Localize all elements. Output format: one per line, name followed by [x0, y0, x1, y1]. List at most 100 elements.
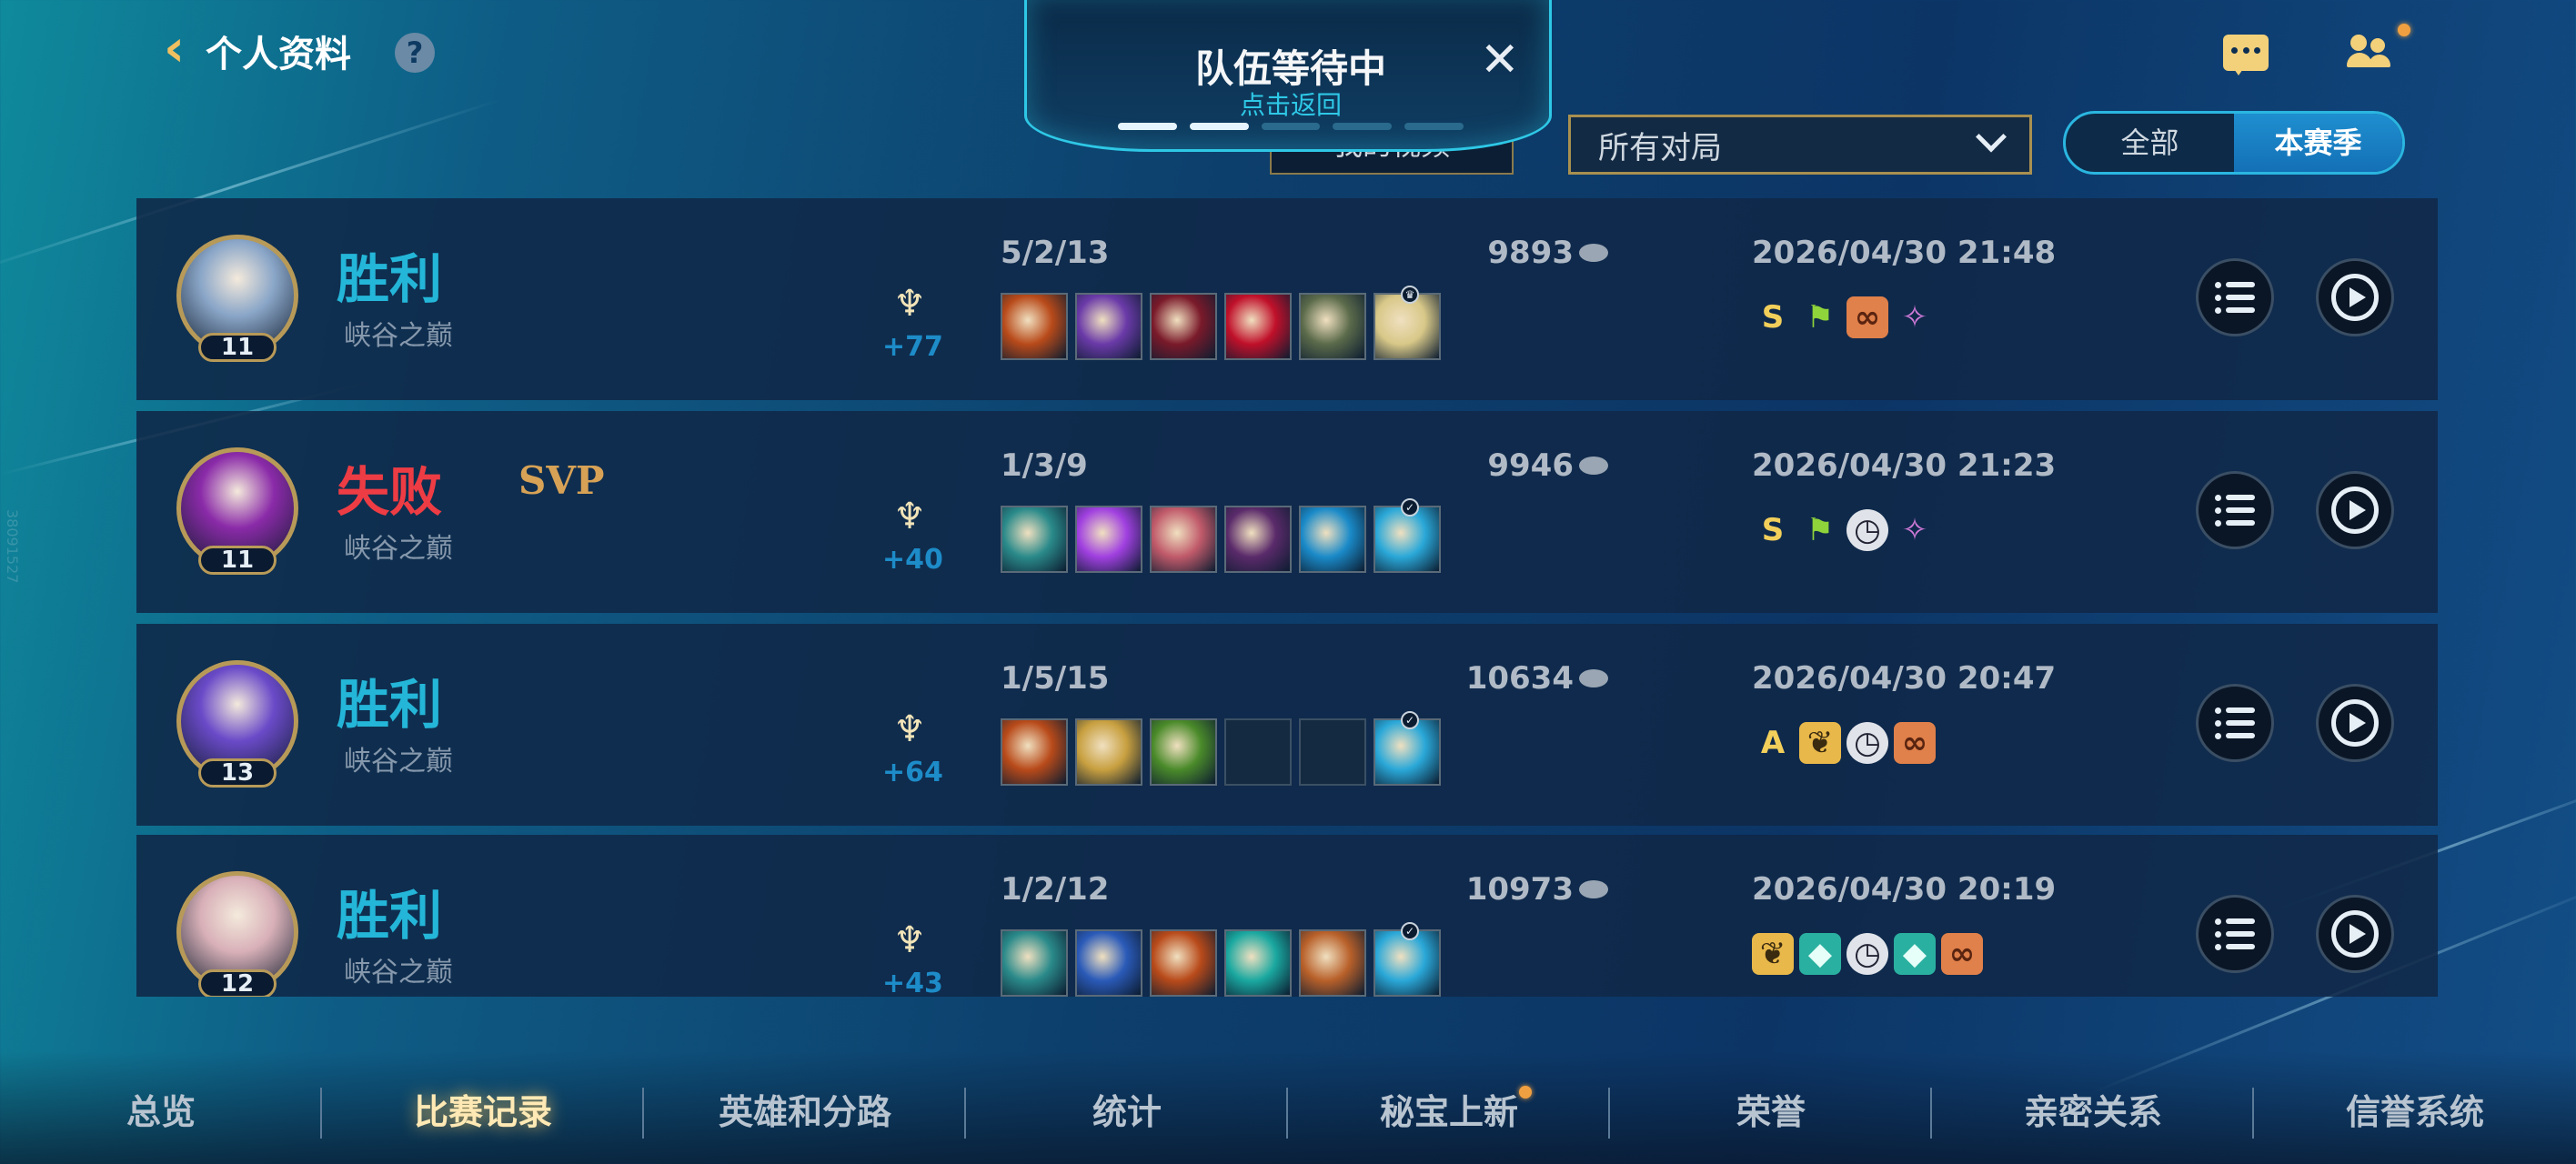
nav-notification-dot [1519, 1086, 1532, 1099]
bottom-nav-label: 比赛记录 [413, 1092, 552, 1132]
rank-points-icon: ♆ [893, 496, 926, 537]
equipment-item-icon [1150, 506, 1217, 573]
equipment-item-icon [1001, 718, 1068, 786]
rank-points-icon: ♆ [893, 283, 926, 325]
bottom-nav-label: 信誉系统 [2345, 1092, 2484, 1132]
bottom-nav-label: 秘宝上新 [1379, 1092, 1518, 1132]
gold-value: 10634 [1465, 660, 1574, 697]
match-detail-button[interactable] [2196, 258, 2274, 336]
bottom-nav-item[interactable]: 英雄和分路 [644, 1080, 966, 1144]
equipment-item-icon [1224, 293, 1292, 360]
gold-value: 10973 [1465, 871, 1574, 908]
chain-icon: ∞ [1941, 933, 1983, 975]
clock-icon: ◷ [1846, 933, 1888, 975]
bottom-nav-item[interactable]: 亲密关系 [1932, 1080, 2254, 1144]
friends-notification-dot [2398, 24, 2410, 36]
rank-points-icon: ♆ [893, 708, 926, 750]
bottom-nav-item[interactable]: 统计 [966, 1080, 1288, 1144]
match-result: 胜利 [337, 248, 443, 310]
chain-icon: ∞ [1846, 296, 1888, 338]
hero-level-badge: 13 [198, 758, 277, 788]
rank-points-delta: +64 [882, 757, 943, 788]
equipment-item-icon [1150, 929, 1217, 997]
gold-icon [1579, 457, 1608, 475]
kda-text: 5/2/13 [1001, 235, 1110, 271]
replay-icon [2331, 910, 2379, 958]
queue-return-link[interactable]: 点击返回 [1027, 85, 1555, 122]
match-row[interactable]: 11 失败 峡谷之巅 SVP ♆ +40 1/3/9 9946 ✓ 2026/0… [136, 411, 2438, 613]
gold-icon [1579, 669, 1608, 687]
performance-tags: S ⚑ ◷ ✧ [1752, 509, 1936, 551]
match-result: 胜利 [337, 674, 443, 736]
toggle-this-season[interactable]: 本赛季 [2234, 114, 2402, 172]
hero-level-badge: 11 [198, 333, 277, 362]
clock-icon: ◷ [1846, 722, 1888, 764]
chat-icon-dots [2231, 47, 2260, 56]
clock-icon: ◷ [1846, 509, 1888, 551]
gold-value: 9893 [1487, 235, 1574, 271]
equipment-item-icon [1075, 293, 1142, 360]
flag-icon: ⚑ [1806, 512, 1835, 548]
bottom-nav-item[interactable]: 信誉系统 [2254, 1080, 2576, 1144]
equipment-item-icon [1075, 718, 1142, 786]
back-button[interactable]: ‹ 个人资料 [164, 24, 351, 78]
equipment-item-icon [1299, 506, 1366, 573]
help-icon[interactable]: ? [395, 33, 435, 73]
wings-icon: ✧ [1901, 512, 1928, 548]
page-title: 个人资料 [206, 34, 351, 75]
bottom-nav-label: 总览 [126, 1092, 196, 1132]
match-row[interactable]: 13 胜利 峡谷之巅 ♆ +64 1/5/15 10634 ✓ 2026/04/… [136, 624, 2438, 826]
empty-item-slot [1299, 718, 1366, 786]
bottom-nav-item[interactable]: 总览 [0, 1080, 322, 1144]
replay-button[interactable] [2316, 258, 2394, 336]
match-detail-button[interactable] [2196, 471, 2274, 549]
shield-icon: ◆ [1894, 933, 1936, 975]
match-row[interactable]: 12 胜利 峡谷之巅 ♆ +43 1/2/12 10973 ✓ 2026/04/… [136, 835, 2438, 997]
rank-points-delta: +43 [882, 968, 943, 997]
replay-button[interactable] [2316, 895, 2394, 973]
match-detail-button[interactable] [2196, 895, 2274, 973]
equipment-list: ✓ [1001, 711, 1441, 786]
match-datetime: 2026/04/30 21:48 [1752, 235, 2057, 271]
grade-a: A [1760, 725, 1786, 761]
rank-points-icon: ♆ [893, 919, 926, 961]
match-mode: 峡谷之巅 [344, 746, 453, 778]
equipment-item-icon [1001, 293, 1068, 360]
queue-status-panel[interactable]: 队伍等待中 点击返回 ✕ [1024, 0, 1552, 152]
match-filter-dropdown[interactable]: 所有对局 [1568, 115, 2032, 175]
hero-level-badge: 12 [198, 969, 277, 997]
bottom-nav-item[interactable]: 比赛记录 [322, 1080, 644, 1144]
side-id-text: 38091527 [4, 509, 21, 584]
item-badge-icon: ♛ [1401, 286, 1419, 304]
shield-icon: ◆ [1799, 933, 1841, 975]
bottom-nav-label: 英雄和分路 [718, 1092, 891, 1132]
match-row[interactable]: 11 胜利 峡谷之巅 ♆ +77 5/2/13 9893 ♛ 2026/04/3… [136, 198, 2438, 400]
replay-button[interactable] [2316, 471, 2394, 549]
bottom-nav-item[interactable]: 荣誉 [1610, 1080, 1932, 1144]
list-icon [2215, 282, 2255, 314]
replay-icon [2331, 274, 2379, 321]
close-icon[interactable]: ✕ [1480, 33, 1520, 87]
kda-text: 1/2/12 [1001, 871, 1110, 908]
toggle-all[interactable]: 全部 [2066, 114, 2234, 172]
bottom-nav-item[interactable]: 秘宝上新 [1288, 1080, 1610, 1144]
chevron-left-icon: ‹ [164, 19, 186, 78]
bottom-nav-label: 荣誉 [1736, 1092, 1806, 1132]
friends-icon[interactable] [2347, 31, 2392, 71]
equipment-item-icon: ✓ [1374, 711, 1441, 786]
flag-icon: ⚑ [1806, 299, 1835, 336]
match-list[interactable]: 11 胜利 峡谷之巅 ♆ +77 5/2/13 9893 ♛ 2026/04/3… [136, 198, 2438, 997]
item-badge-icon: ✓ [1401, 922, 1419, 940]
match-datetime: 2026/04/30 20:19 [1752, 871, 2057, 908]
replay-button[interactable] [2316, 684, 2394, 762]
equipment-item-icon [1150, 293, 1217, 360]
equipment-list: ♛ [1001, 286, 1441, 360]
bottom-nav-label: 亲密关系 [2023, 1092, 2162, 1132]
performance-tags: ❦ ◆ ◷ ◆ ∞ [1752, 933, 1983, 975]
item-badge-icon: ✓ [1401, 711, 1419, 729]
match-detail-button[interactable] [2196, 684, 2274, 762]
match-datetime: 2026/04/30 21:23 [1752, 447, 2057, 484]
season-toggle[interactable]: 全部 本赛季 [2063, 111, 2405, 175]
equipment-item-icon [1299, 293, 1366, 360]
gold-value: 9946 [1487, 447, 1574, 484]
